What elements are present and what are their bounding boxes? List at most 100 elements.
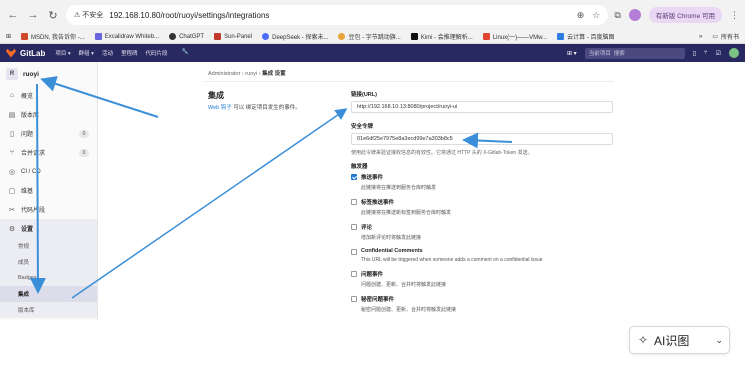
sidebar-item-settings[interactable]: ⚙ 设置: [0, 219, 97, 238]
bookmark-item[interactable]: ChatGPT: [169, 33, 204, 40]
kimi-icon: [410, 33, 418, 40]
push-events-checkbox[interactable]: [351, 174, 357, 180]
sidebar-item-wiki[interactable]: ▢ 维基: [0, 181, 97, 200]
all-bookmarks-button[interactable]: ▭ 所有书: [712, 32, 739, 41]
breadcrumb: Administrator › ruoyi › 集成 设置: [208, 71, 286, 77]
zoom-icon[interactable]: ⊕: [577, 10, 585, 21]
doc-icon: ▤: [8, 111, 16, 119]
mr-count-badge: 0: [79, 148, 89, 157]
star-icon[interactable]: ☆: [592, 10, 600, 21]
webhooks-link[interactable]: Web 钩子: [208, 105, 232, 111]
user-avatar[interactable]: [729, 48, 739, 58]
forward-icon[interactable]: →: [26, 8, 40, 22]
comments-checkbox[interactable]: [351, 224, 357, 230]
sidebar-sub-members[interactable]: 成员: [0, 254, 97, 270]
url-text[interactable]: 192.168.10.80/root/ruoyi/settings/integr…: [109, 11, 269, 20]
sidebar-item-merge-requests[interactable]: ⑂ 合并请求 0: [0, 143, 97, 162]
search-input[interactable]: 当前项目 搜索: [584, 47, 685, 59]
webhook-form: 链接(URL) http://192.168.10.13:8080/projec…: [351, 90, 613, 313]
trigger-issue-events[interactable]: 问题事件 问题创建、更新、合并时将触发此链接: [351, 270, 613, 288]
merge-header-icon[interactable]: ⑂: [704, 50, 708, 56]
baidu-naotu-icon: [557, 33, 565, 40]
rocket-icon: ◎: [8, 168, 16, 176]
nav-projects[interactable]: 项目 ▾: [55, 49, 70, 57]
bookmark-item[interactable]: Kimi - 会推理解析...: [410, 32, 473, 41]
trigger-confidential-issue-events[interactable]: 秘密问题事件 秘密问题创建、更新、合并时将触发此链接: [351, 295, 613, 313]
project-avatar: R: [6, 68, 18, 80]
reload-icon[interactable]: ↻: [46, 8, 60, 22]
search-scope-badge: 当前项目: [588, 51, 611, 57]
url-field[interactable]: http://192.168.10.13:8080/project/ruoyi-…: [351, 101, 613, 113]
apps-grid-icon[interactable]: ⊞: [6, 33, 11, 40]
todo-icon[interactable]: ☑: [716, 50, 721, 57]
divider: [204, 81, 614, 82]
bookmark-item[interactable]: Sun-Panel: [214, 33, 252, 40]
issues-header-icon[interactable]: ▯: [693, 50, 696, 57]
nav-activity[interactable]: 活动: [102, 49, 113, 57]
sidebar-item-repository[interactable]: ▤ 版本库: [0, 105, 97, 124]
bookmark-item[interactable]: Linux(一)——VMw...: [482, 32, 547, 41]
bookmark-item[interactable]: 云计算 - 百度脑图: [557, 32, 615, 41]
address-bar[interactable]: ⚠ 不安全 192.168.10.80/root/ruoyi/settings/i…: [66, 5, 609, 25]
trigger-comments[interactable]: 评论 增加新评论时将触发此链接: [351, 223, 613, 241]
admin-wrench-icon[interactable]: 🔧: [181, 49, 188, 57]
gitlab-logo[interactable]: GitLab: [6, 48, 45, 58]
scissors-icon: ✂: [9, 206, 15, 214]
new-plus-icon[interactable]: ⊞ ▾: [567, 50, 577, 57]
nav-snippets[interactable]: 代码片段: [145, 49, 167, 57]
gear-icon: ⚙: [8, 225, 16, 233]
breadcrumb-admin[interactable]: Administrator: [208, 71, 240, 77]
bookmarks-bar: ⊞ MSDN, 我告诉你 -... Excalidraw Whiteb... C…: [0, 30, 745, 44]
csdn-icon: [482, 33, 490, 40]
home-icon: ⌂: [9, 92, 15, 99]
sidebar-item-issues[interactable]: ▯ 问题 0: [0, 124, 97, 143]
nav-milestones[interactable]: 里程碑: [121, 49, 138, 57]
confidential-comments-checkbox[interactable]: [351, 249, 357, 255]
sidebar-item-cicd[interactable]: ◎ CI / CD: [0, 162, 97, 181]
sidebar-sub-integrations[interactable]: 集成: [0, 286, 97, 302]
trigger-push-events[interactable]: 推送事件 此链接将在推送到服务仓库时触发: [351, 173, 613, 191]
sun-panel-icon: [214, 33, 222, 40]
secret-token-field[interactable]: 01e6df25e7975e8a3ecd99e7a303b8c5: [351, 133, 613, 145]
sidebar-project-header[interactable]: R ruoyi: [0, 62, 97, 86]
tanuki-icon: [6, 48, 16, 58]
sidebar-sub-general[interactable]: 常规: [0, 238, 97, 254]
trigger-label: 触发器: [351, 164, 368, 170]
trigger-tag-push-events[interactable]: 标签推送事件 此链接将在推送新标签到服务仓库时触发: [351, 198, 613, 216]
confidential-issue-checkbox[interactable]: [351, 296, 357, 302]
chevron-down-icon[interactable]: ⌄: [715, 335, 723, 346]
chatgpt-icon: [169, 33, 177, 40]
profile-avatar[interactable]: [628, 9, 641, 21]
project-name: ruoyi: [23, 70, 39, 78]
bookmark-item[interactable]: 豆包 - 字节跳动旗...: [338, 32, 401, 41]
breadcrumb-project[interactable]: ruoyi: [245, 71, 257, 77]
insecure-indicator[interactable]: ⚠ 不安全: [74, 10, 103, 20]
main-content: Administrator › ruoyi › 集成 设置 集成 Web 钩子 …: [98, 62, 745, 320]
extensions-icon[interactable]: ⧉: [614, 10, 620, 21]
sidebar-item-overview[interactable]: ⌂ 概览: [0, 86, 97, 105]
update-chrome-button[interactable]: 有新版 Chrome 可用: [648, 7, 722, 23]
sidebar-sub-badges[interactable]: Badges: [0, 270, 97, 286]
merge-icon: ⑂: [9, 149, 15, 156]
bookmarks-more-button[interactable]: »: [699, 34, 702, 40]
tag-push-checkbox[interactable]: [351, 199, 357, 205]
nav-groups[interactable]: 群组 ▾: [79, 49, 94, 57]
issues-count-badge: 0: [79, 129, 89, 138]
bookmark-item[interactable]: Excalidraw Whiteb...: [94, 33, 159, 40]
sidebar-item-snippets[interactable]: ✂ 代码片段: [0, 200, 97, 219]
doubao-icon: [338, 33, 346, 40]
issues-icon: ▯: [10, 130, 14, 138]
back-icon[interactable]: ←: [6, 8, 20, 22]
gitlab-header: GitLab 项目 ▾ 群组 ▾ 活动 里程碑 代码片段 🔧 ⊞ ▾ 当前项目 …: [0, 44, 745, 62]
ai-recognize-button[interactable]: ✧ AI识图 ⌄: [629, 326, 730, 354]
bookmark-item[interactable]: DeepSeek - 探索未...: [262, 32, 328, 41]
warning-icon: ⚠: [74, 12, 81, 19]
token-label: 安全令牌: [351, 124, 374, 130]
trigger-confidential-comments[interactable]: Confidential Comments This URL will be tr…: [351, 248, 613, 263]
menu-dots-icon[interactable]: ⋮: [730, 10, 739, 21]
url-label: 链接(URL): [351, 92, 377, 98]
bookmark-item[interactable]: MSDN, 我告诉你 -...: [21, 32, 85, 41]
sidebar-sub-repository[interactable]: 版本库: [0, 302, 97, 318]
token-help-text: 使用此令牌来验证接收信息的有效性。它将通过 HTTP 头的 X-Gitlab-T…: [351, 150, 533, 156]
issue-events-checkbox[interactable]: [351, 271, 357, 277]
